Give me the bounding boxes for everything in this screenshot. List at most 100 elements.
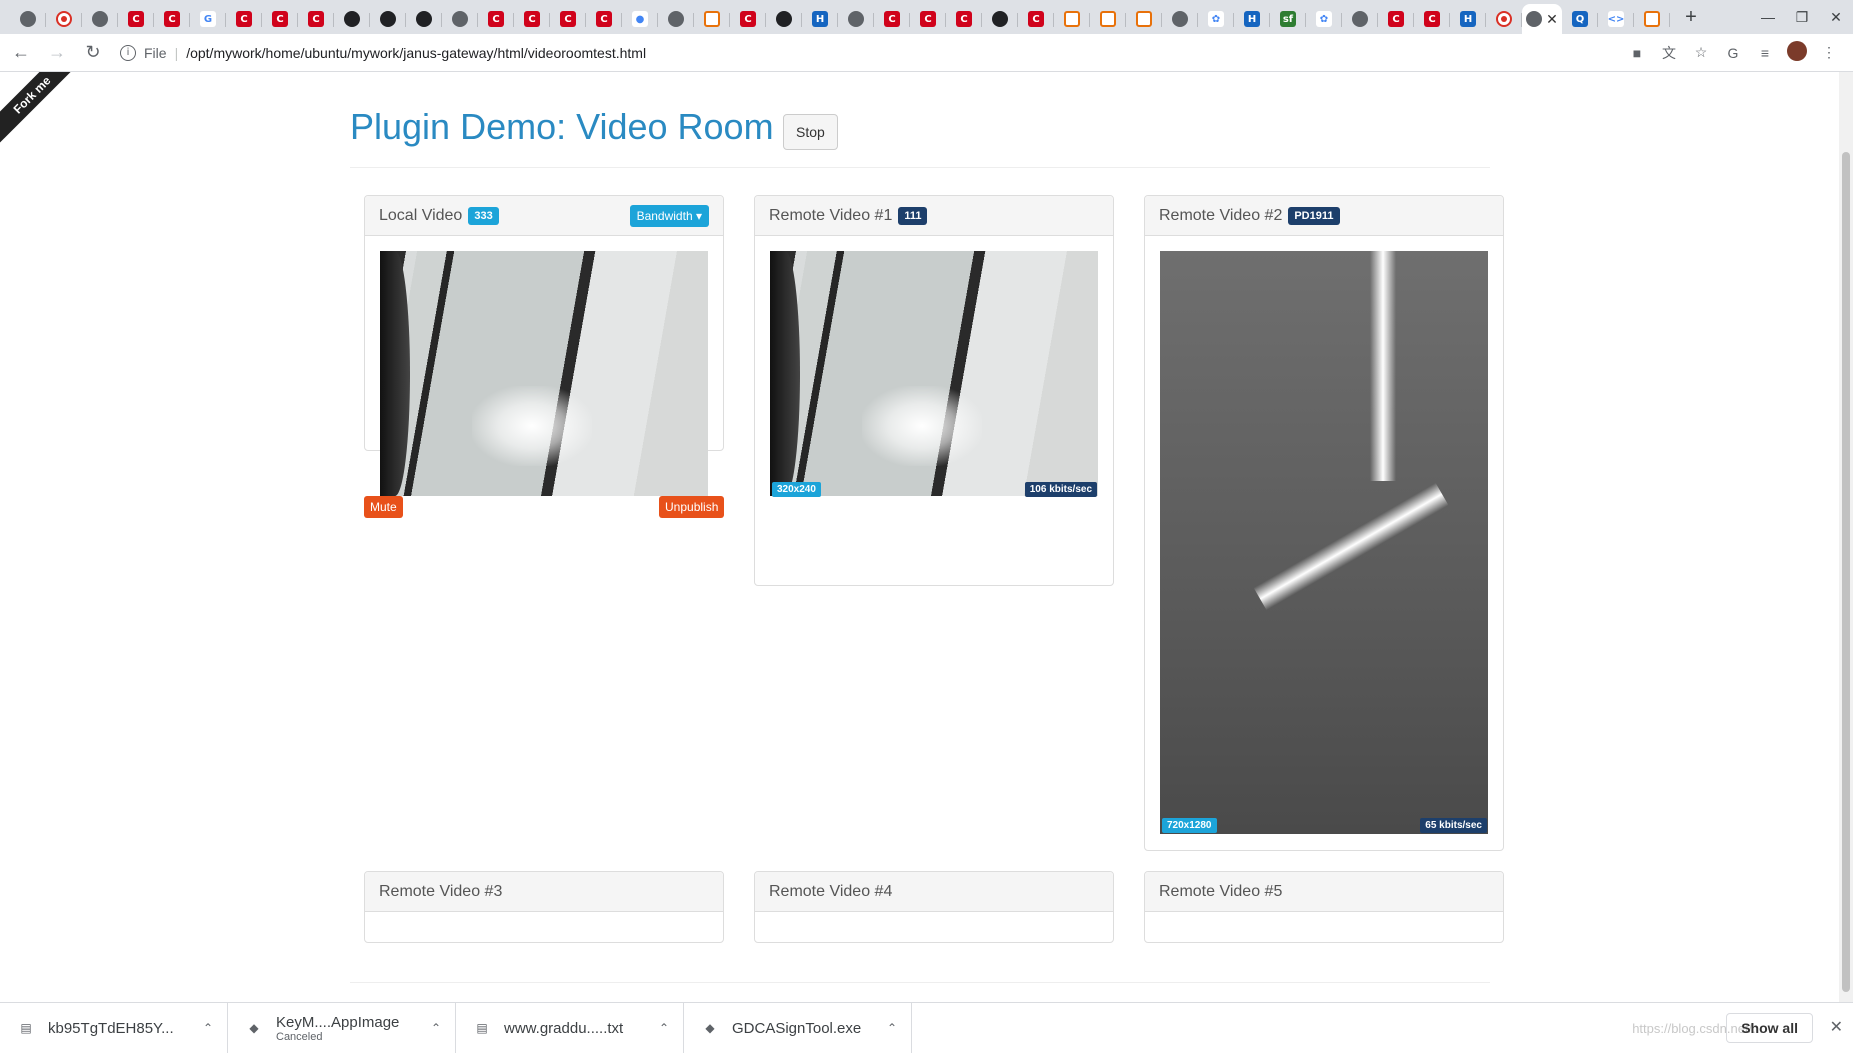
browser-tab[interactable] (370, 4, 406, 34)
browser-tab[interactable]: ✿ (1306, 4, 1342, 34)
browser-tab[interactable]: C (586, 4, 622, 34)
browser-tab[interactable] (694, 4, 730, 34)
browser-tab[interactable]: C (730, 4, 766, 34)
remote-video-1-stream[interactable] (770, 251, 1098, 496)
globe-icon (668, 11, 684, 27)
browser-tab[interactable]: G (190, 4, 226, 34)
reload-icon[interactable]: ↻ (78, 38, 108, 68)
browser-tab[interactable]: C (478, 4, 514, 34)
restore-icon[interactable]: ❐ (1785, 0, 1819, 34)
page-content: Fork me Plugin Demo: Video Room Stop Loc… (0, 72, 1853, 1002)
browser-tab[interactable] (10, 4, 46, 34)
show-all-button[interactable]: Show all (1726, 1013, 1813, 1043)
browser-tab[interactable] (334, 4, 370, 34)
local-video-stream[interactable] (380, 251, 708, 496)
mute-button[interactable]: Mute (364, 496, 403, 518)
browser-tab[interactable] (1634, 4, 1670, 34)
extension-translate-icon[interactable]: G (1717, 45, 1749, 61)
browser-tab[interactable]: C (1378, 4, 1414, 34)
browser-tab[interactable] (82, 4, 118, 34)
browser-tab[interactable]: C (946, 4, 982, 34)
browser-tab[interactable] (442, 4, 478, 34)
browser-tab[interactable] (1486, 4, 1522, 34)
minimize-icon[interactable]: — (1751, 0, 1785, 34)
remote-video-3-panel: Remote Video #3 (364, 871, 724, 943)
browser-tab[interactable]: H (1450, 4, 1486, 34)
page-scrollbar[interactable] (1839, 72, 1853, 1002)
stop-button[interactable]: Stop (783, 114, 838, 150)
browser-tab[interactable] (982, 4, 1018, 34)
translate-icon[interactable]: 文 (1653, 43, 1685, 63)
browser-tab[interactable]: H (1234, 4, 1270, 34)
browser-tab[interactable]: C (1018, 4, 1054, 34)
stack-icon (704, 11, 720, 27)
browser-tab[interactable]: C (298, 4, 334, 34)
local-id-badge: 333 (468, 206, 499, 225)
remote-video-2-stream[interactable] (1160, 251, 1488, 834)
browser-tab[interactable] (406, 4, 442, 34)
fork-me-ribbon[interactable]: Fork me (0, 72, 90, 153)
back-icon[interactable]: ← (6, 38, 36, 68)
exe-icon: ◆ (705, 1021, 715, 1035)
info-icon[interactable]: i (120, 44, 136, 61)
url-text[interactable]: /opt/mywork/home/ubuntu/mywork/janus-gat… (186, 45, 646, 61)
address-bar[interactable]: i File | /opt/mywork/home/ubuntu/mywork/… (120, 38, 1560, 68)
browser-tab[interactable]: C (154, 4, 190, 34)
active-tab[interactable]: ✕ (1522, 4, 1562, 34)
browser-tab[interactable]: sf (1270, 4, 1306, 34)
globe-icon (452, 11, 468, 27)
browser-tab[interactable] (766, 4, 802, 34)
browser-tab[interactable]: H (802, 4, 838, 34)
chevron-up-icon[interactable]: ⌃ (203, 1021, 213, 1035)
browser-tab[interactable]: Q (1562, 4, 1598, 34)
browser-tab[interactable]: C (910, 4, 946, 34)
download-item[interactable]: ◆ KeyM....AppImage Canceled ⌃ (228, 1002, 456, 1053)
browser-tab[interactable] (1090, 4, 1126, 34)
globe-icon (1172, 11, 1188, 27)
browser-tab[interactable]: C (874, 4, 910, 34)
close-tab-icon[interactable]: ✕ (1546, 11, 1558, 28)
download-item[interactable]: ▤ kb95TgTdEH85Y... ⌃ (0, 1002, 228, 1053)
browser-tab[interactable]: ● (622, 4, 658, 34)
close-window-icon[interactable]: ✕ (1819, 0, 1853, 34)
download-item[interactable]: ◆ GDCASignTool.exe ⌃ (684, 1002, 912, 1053)
media-controls-icon[interactable]: ≡ (1749, 45, 1781, 61)
csdn-icon: C (1388, 11, 1404, 27)
unpublish-button[interactable]: Unpublish (659, 496, 725, 518)
profile-avatar[interactable] (1781, 41, 1813, 64)
browser-tab[interactable] (1342, 4, 1378, 34)
browser-tab[interactable]: C (514, 4, 550, 34)
menu-kebab-icon[interactable]: ⋮ (1813, 44, 1845, 61)
scroll-thumb[interactable] (1842, 152, 1850, 992)
browser-tab[interactable]: C (550, 4, 586, 34)
browser-tab[interactable] (1162, 4, 1198, 34)
download-shelf: ▤ kb95TgTdEH85Y... ⌃ ◆ KeyM....AppImage … (0, 1002, 1853, 1053)
browser-tab[interactable]: C (262, 4, 298, 34)
forward-icon[interactable]: → (42, 38, 72, 68)
chevron-up-icon[interactable]: ⌃ (431, 1021, 441, 1035)
browser-tab[interactable]: C (1414, 4, 1450, 34)
panel-heading: Local Video 333 Bandwidth ▾ (365, 196, 723, 236)
remote-video-4-panel: Remote Video #4 (754, 871, 1114, 943)
download-item[interactable]: ▤ www.graddu.....txt ⌃ (456, 1002, 684, 1053)
browser-tab[interactable]: C (118, 4, 154, 34)
browser-tab[interactable] (658, 4, 694, 34)
chevron-up-icon[interactable]: ⌃ (659, 1021, 669, 1035)
browser-tab[interactable]: <> (1598, 4, 1634, 34)
browser-tab[interactable] (1054, 4, 1090, 34)
bandwidth-dropdown[interactable]: Bandwidth ▾ (629, 204, 709, 227)
browser-tab[interactable] (46, 4, 82, 34)
bookmark-star-icon[interactable]: ☆ (1685, 44, 1717, 61)
new-tab-button[interactable]: + (1676, 6, 1706, 29)
browser-tab[interactable]: ✿ (1198, 4, 1234, 34)
github-icon (776, 11, 792, 27)
chevron-up-icon[interactable]: ⌃ (887, 1021, 897, 1035)
close-shelf-icon[interactable]: ✕ (1830, 1017, 1843, 1037)
page-header: Plugin Demo: Video Room Stop (350, 98, 1490, 168)
record-icon (56, 11, 72, 27)
url-separator: | (174, 44, 179, 61)
browser-tab[interactable] (1126, 4, 1162, 34)
browser-tab[interactable]: C (226, 4, 262, 34)
camera-icon[interactable]: ■ (1621, 45, 1653, 61)
browser-tab[interactable] (838, 4, 874, 34)
